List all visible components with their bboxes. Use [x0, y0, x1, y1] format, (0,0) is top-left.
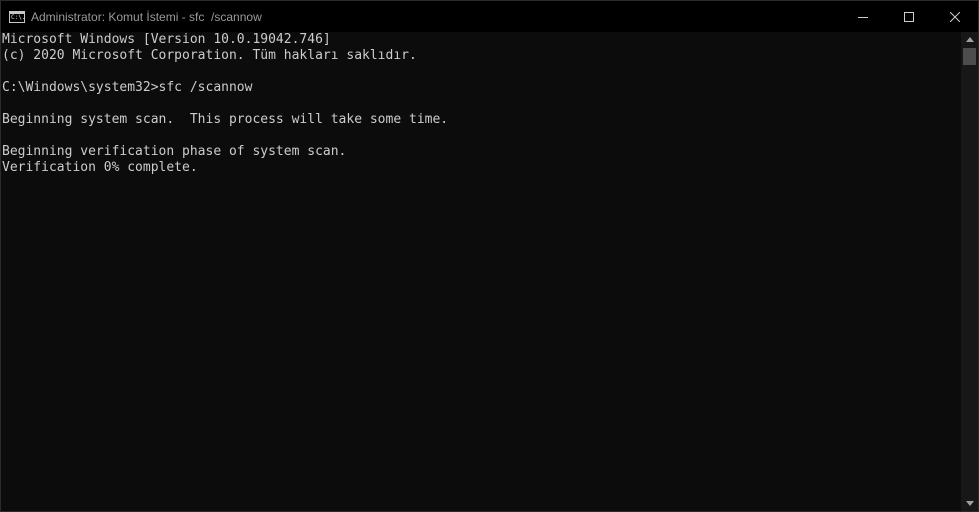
- scroll-down-button[interactable]: [961, 496, 978, 511]
- console-line: Microsoft Windows [Version 10.0.19042.74…: [2, 32, 331, 47]
- minimize-button[interactable]: [840, 1, 886, 32]
- console-output[interactable]: Microsoft Windows [Version 10.0.19042.74…: [1, 32, 961, 511]
- close-button[interactable]: [932, 1, 978, 32]
- minimize-icon: [858, 16, 868, 18]
- cmd-icon[interactable]: C:\.: [9, 10, 26, 23]
- maximize-button[interactable]: [886, 1, 932, 32]
- scroll-up-button[interactable]: [961, 32, 978, 47]
- window-controls: [840, 1, 978, 32]
- cmd-icon-bar: [10, 11, 24, 14]
- title-bar[interactable]: C:\. Administrator: Komut İstemi - sfc /…: [1, 1, 978, 32]
- maximize-icon: [904, 11, 914, 22]
- console-line: C:\Windows\system32>sfc /scannow: [2, 80, 253, 95]
- console-line: Verification 0% complete.: [2, 160, 198, 175]
- cmd-icon-glyph: C:\.: [11, 13, 26, 21]
- chevron-up-icon: [965, 37, 974, 42]
- chevron-down-icon: [965, 501, 974, 506]
- cmd-window: C:\. Administrator: Komut İstemi - sfc /…: [0, 0, 979, 512]
- window-title: Administrator: Komut İstemi - sfc /scann…: [31, 9, 262, 24]
- vertical-scrollbar[interactable]: [961, 32, 978, 511]
- console-line: Beginning system scan. This process will…: [2, 112, 449, 127]
- close-icon: [950, 11, 960, 22]
- console-line: (c) 2020 Microsoft Corporation. Tüm hakl…: [2, 48, 417, 63]
- console-line: Beginning verification phase of system s…: [2, 144, 347, 159]
- scrollbar-thumb[interactable]: [963, 48, 976, 65]
